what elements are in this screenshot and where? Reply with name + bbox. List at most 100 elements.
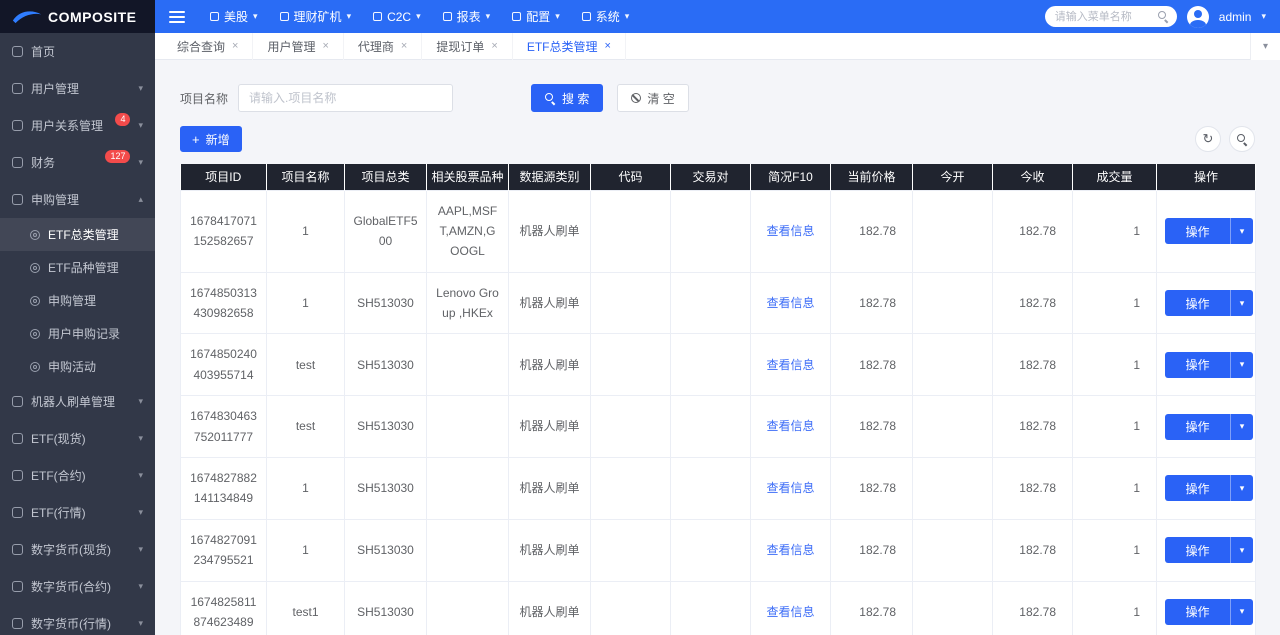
search-icon [545,93,556,104]
row-action-button[interactable]: 操作▾ [1165,475,1253,501]
zoom-button[interactable] [1229,126,1255,152]
view-info-link[interactable]: 查看信息 [766,543,814,557]
top-menu-3[interactable]: 报表▾ [432,0,502,33]
tab-4[interactable]: ETF总类管理 × [513,33,626,60]
cell-f10: 查看信息 [751,458,831,520]
tab-2[interactable]: 代理商× [344,33,422,60]
cell-project-class: SH513030 [345,519,427,581]
menu-icon [280,12,289,21]
column-header: 今开 [913,164,993,190]
column-header: 当前价格 [831,164,913,190]
sidebar-item-4[interactable]: 申购管理▴ [0,181,155,218]
cell-volume: 1 [1073,581,1157,635]
tab-label: 综合查询 [177,38,225,55]
sidebar-item-5[interactable]: 机器人刷单管理▾ [0,383,155,420]
sidebar-subitem-4[interactable]: 申购活动 [0,350,155,383]
top-menu-5[interactable]: 系统▾ [571,0,641,33]
sidebar-subitem-2[interactable]: 申购管理 [0,284,155,317]
column-header: 成交量 [1073,164,1157,190]
view-info-link[interactable]: 查看信息 [766,605,814,619]
sidebar-item-label: 机器人刷单管理 [31,393,130,410]
menu-icon [12,433,23,444]
sidebar-item-8[interactable]: ETF(行情)▾ [0,494,155,531]
sidebar-subitem-3[interactable]: 用户申购记录 [0,317,155,350]
refresh-button[interactable]: ↻ [1195,126,1221,152]
cell-project-id: 1678417071152582657 [181,190,267,272]
row-action-button[interactable]: 操作▾ [1165,290,1253,316]
cell-project-name: 1 [267,190,345,272]
clear-button[interactable]: 清 空 [617,84,688,112]
sidebar-item-3[interactable]: 财务127▾ [0,144,155,181]
top-menu-2[interactable]: C2C▾ [362,0,432,33]
top-search [1045,6,1177,27]
cell-f10: 查看信息 [751,190,831,272]
cell-project-name: test1 [267,581,345,635]
sidebar-item-label: 数字货币(行情) [31,615,130,632]
tab-options-button[interactable]: ▾ [1250,33,1280,60]
sidebar-item-9[interactable]: 数字货币(现货)▾ [0,531,155,568]
row-action-button[interactable]: 操作▾ [1165,218,1253,244]
search-icon[interactable] [1158,11,1169,22]
row-action-button[interactable]: 操作▾ [1165,537,1253,563]
table-row: 16748278821411348491SH513030机器人刷单查看信息182… [181,458,1256,520]
search-button[interactable]: 搜 索 [531,84,603,112]
chevron-down-icon[interactable]: ▾ [1261,11,1266,22]
sidebar-subitem-1[interactable]: ETF品种管理 [0,251,155,284]
top-menu-1[interactable]: 理财矿机▾ [269,0,363,33]
row-action-button[interactable]: 操作▾ [1165,414,1253,440]
cell-pair [671,519,751,581]
close-icon[interactable]: × [232,40,238,52]
sidebar-item-11[interactable]: 数字货币(行情)▾ [0,605,155,635]
tab-1[interactable]: 用户管理× [253,33,343,60]
cell-project-name: 1 [267,519,345,581]
close-icon[interactable]: × [322,40,328,52]
cell-project-id: 1674850240403955714 [181,334,267,396]
user-name[interactable]: admin [1219,10,1252,24]
sidebar-item-0[interactable]: 首页 [0,33,155,70]
view-info-link[interactable]: 查看信息 [766,358,814,372]
column-header: 项目名称 [267,164,345,190]
sidebar-item-6[interactable]: ETF(现货)▾ [0,420,155,457]
sidebar-item-10[interactable]: 数字货币(合约)▾ [0,568,155,605]
close-icon[interactable]: × [491,40,497,52]
sidebar-item-1[interactable]: 用户管理▾ [0,70,155,107]
cell-stocks [427,581,509,635]
avatar[interactable] [1187,6,1209,28]
column-header: 项目ID [181,164,267,190]
menu-icon [210,12,219,21]
tab-0[interactable]: 综合查询 × [163,33,253,60]
table-row: 1674825811874623489test1SH513030机器人刷单查看信… [181,581,1256,635]
action-button-label: 操作 [1165,480,1230,497]
menu-icon [12,581,23,592]
top-menu-0[interactable]: 美股▾ [199,0,269,33]
sidebar-subitem-0[interactable]: ETF总类管理 [0,218,155,251]
tab-label: ETF总类管理 [527,38,598,55]
view-info-link[interactable]: 查看信息 [766,296,814,310]
action-button-label: 操作 [1165,603,1230,620]
cell-source: 机器人刷单 [509,334,591,396]
cell-project-id: 1674825811874623489 [181,581,267,635]
close-icon[interactable]: × [604,40,610,52]
project-name-input[interactable] [238,84,453,112]
row-action-button[interactable]: 操作▾ [1165,599,1253,625]
tab-3[interactable]: 提现订单× [422,33,512,60]
column-header: 相关股票品种 [427,164,509,190]
cell-pair [671,334,751,396]
close-icon[interactable]: × [401,40,407,52]
top-menu-4[interactable]: 配置▾ [501,0,571,33]
hamburger-menu-icon[interactable] [169,8,185,26]
cell-action: 操作▾ [1157,581,1256,635]
cell-pair [671,190,751,272]
add-button[interactable]: + 新增 [180,126,242,152]
sidebar-item-label: 数字货币(合约) [31,578,130,595]
cell-project-id: 1674830463752011777 [181,396,267,458]
view-info-link[interactable]: 查看信息 [766,481,814,495]
row-action-button[interactable]: 操作▾ [1165,352,1253,378]
view-info-link[interactable]: 查看信息 [766,224,814,238]
clear-button-label: 清 空 [647,90,674,107]
sidebar-item-7[interactable]: ETF(合约)▾ [0,457,155,494]
menu-icon [12,507,23,518]
sidebar-item-2[interactable]: 用户关系管理4▾ [0,107,155,144]
filter-label: 项目名称 [180,90,228,107]
view-info-link[interactable]: 查看信息 [766,419,814,433]
